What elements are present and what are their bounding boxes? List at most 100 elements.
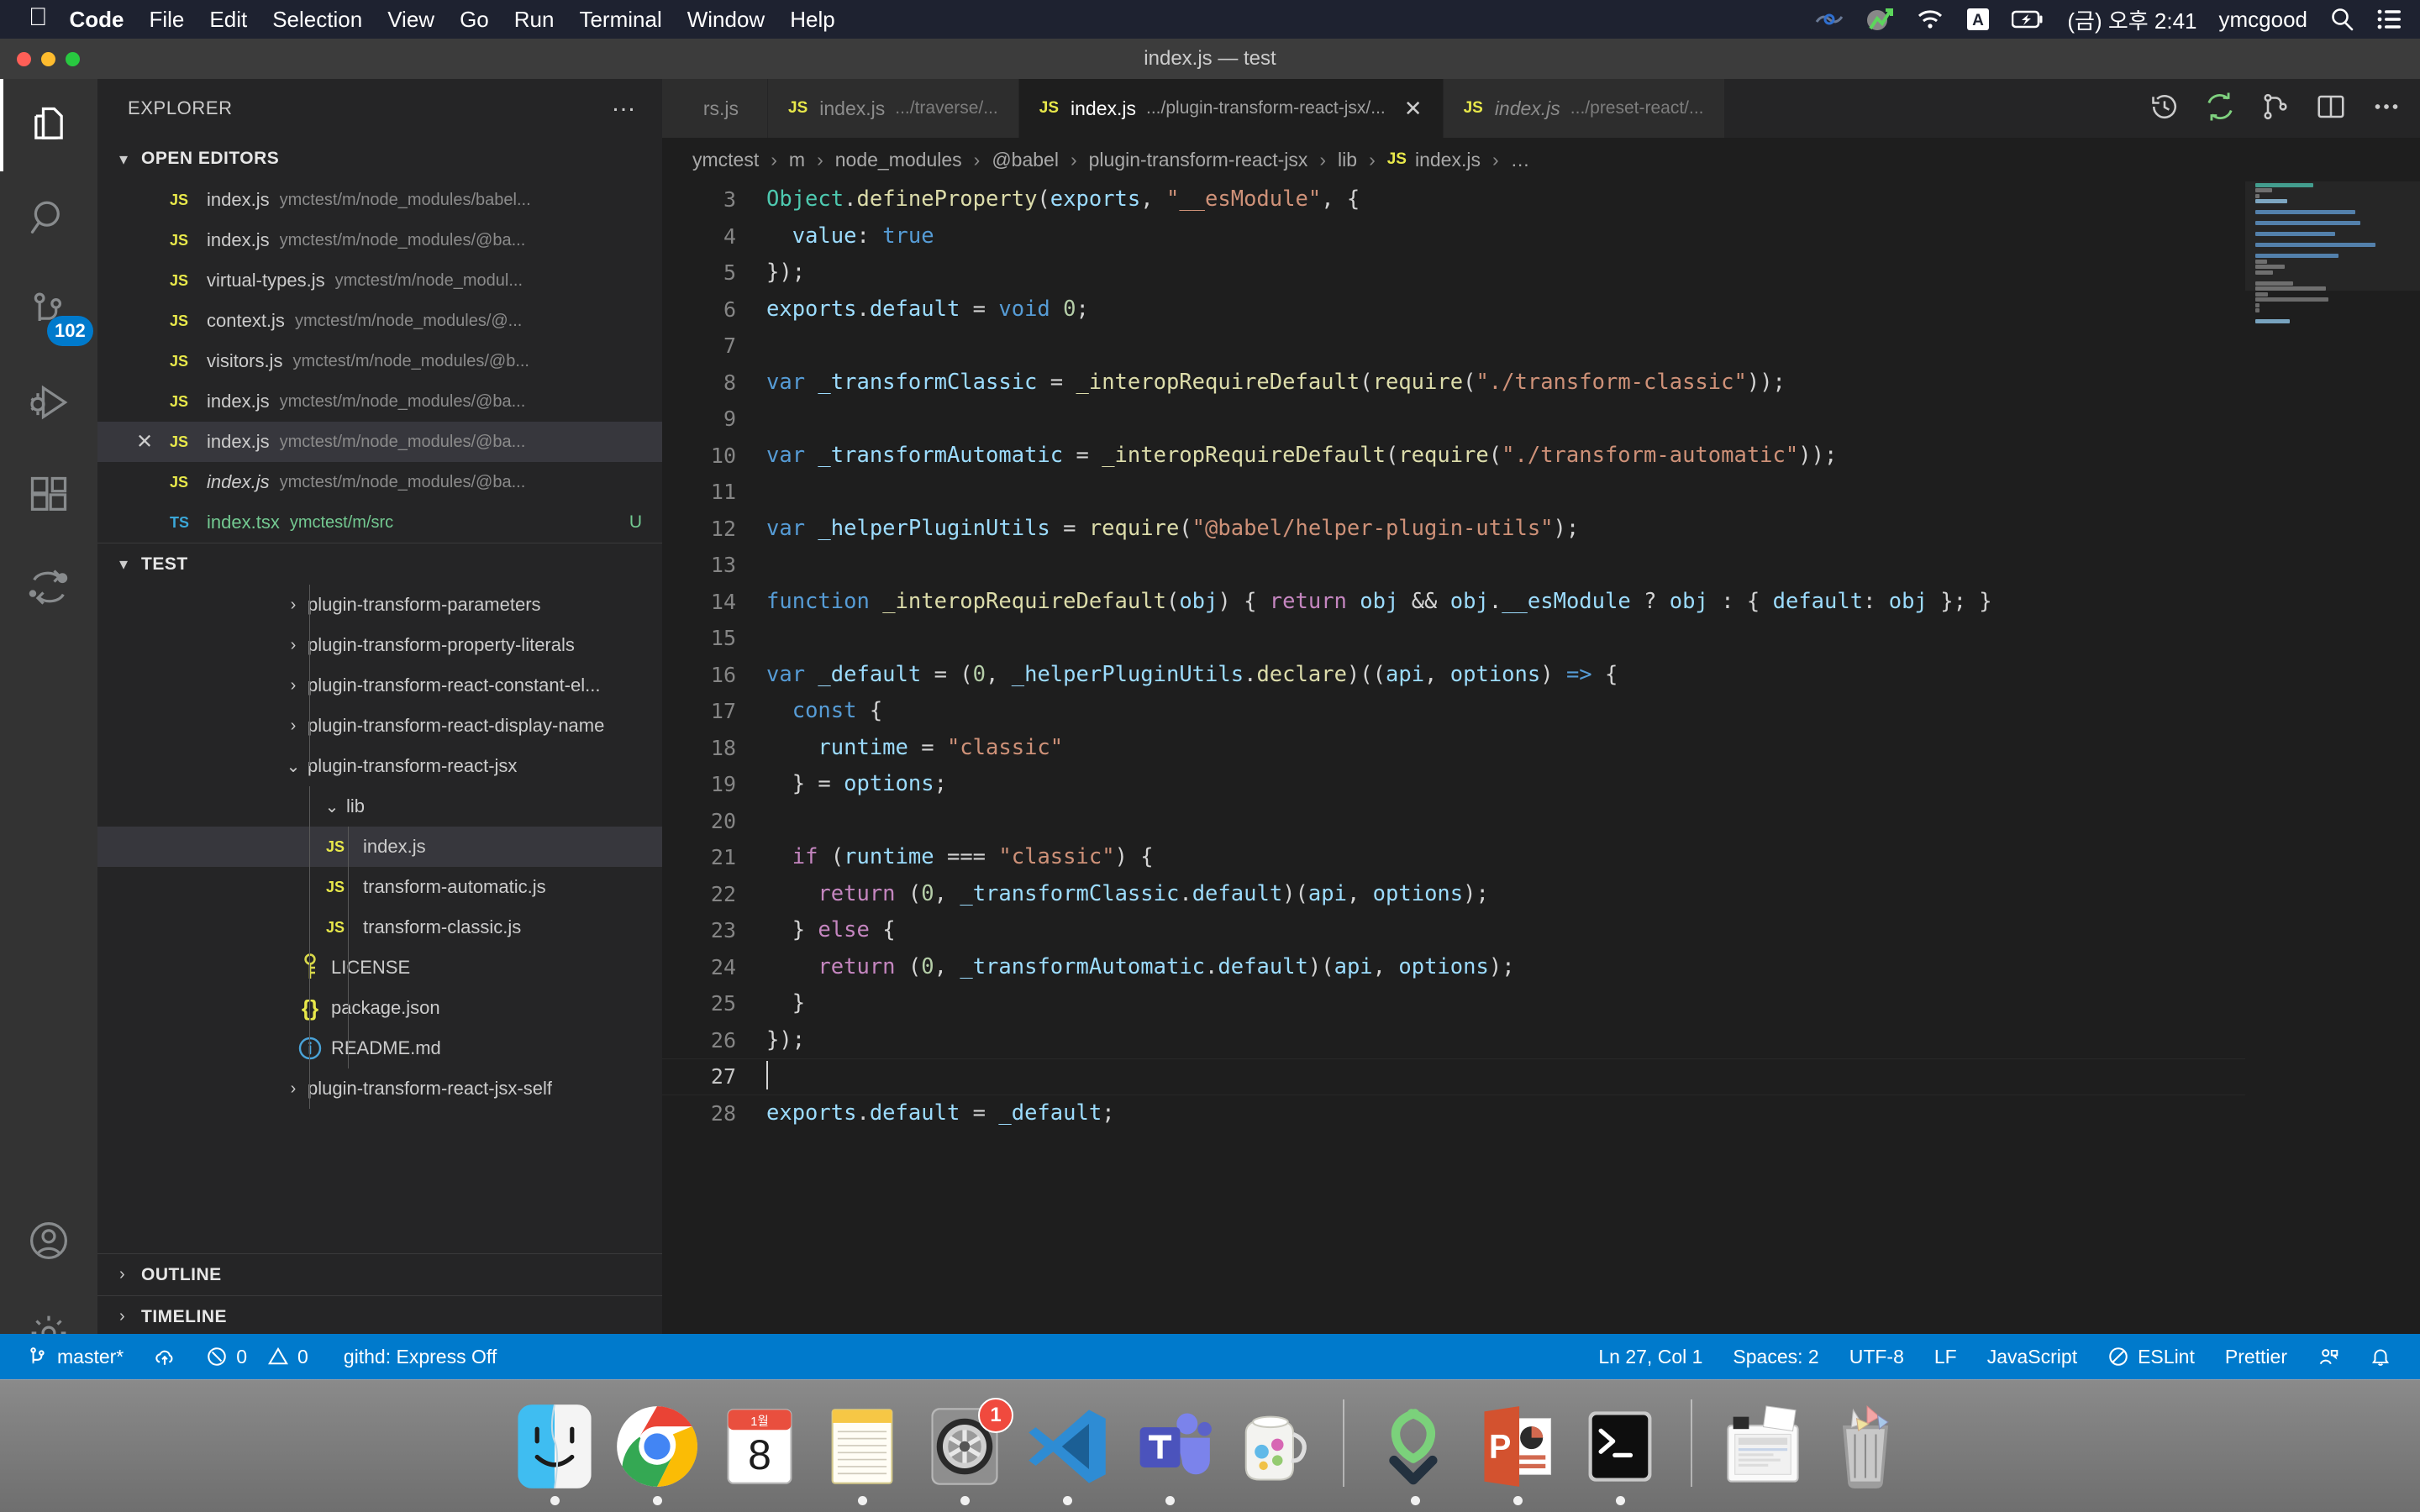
outline-section-header[interactable]: › OUTLINE — [97, 1253, 662, 1295]
dock-item-trash[interactable] — [1820, 1396, 1911, 1505]
dock-item-terminal[interactable] — [1575, 1396, 1665, 1505]
status-language-mode[interactable]: JavaScript — [1972, 1334, 2092, 1379]
code-line[interactable]: 11 — [662, 474, 2420, 511]
menu-file[interactable]: File — [150, 7, 185, 33]
search-icon[interactable] — [2329, 7, 2354, 32]
close-icon[interactable]: ✕ — [1404, 96, 1423, 122]
status-encoding[interactable]: UTF-8 — [1834, 1334, 1919, 1379]
code-line[interactable]: 19 } = options; — [662, 766, 2420, 803]
input-source-icon[interactable]: A — [1966, 8, 1990, 31]
tree-row[interactable]: › plugin-transform-react-constant-el... — [97, 665, 662, 706]
sidebar-item-diff-tool[interactable] — [0, 541, 97, 633]
chevron-down-icon[interactable]: ⌄ — [279, 756, 308, 777]
menu-code[interactable]: Code — [70, 7, 124, 33]
dock-item-google-chrome[interactable] — [612, 1396, 702, 1505]
breadcrumb-item[interactable]: ymctest — [692, 149, 759, 171]
breadcrumb-item[interactable]: @babel — [992, 149, 1059, 171]
split-editor-icon[interactable] — [2316, 92, 2346, 126]
menu-terminal[interactable]: Terminal — [579, 7, 661, 33]
bluetooth-ish-icon[interactable] — [1815, 8, 1844, 30]
tree-row[interactable]: ⌄ lib — [97, 786, 662, 827]
accounts-button[interactable] — [0, 1194, 97, 1287]
chevron-down-icon[interactable]: ⌄ — [318, 796, 346, 817]
more-actions-icon[interactable]: … — [611, 89, 639, 118]
code-line[interactable]: 28 exports.default = _default; — [662, 1095, 2420, 1132]
list-item[interactable]: JS index.js ymctest/m/node_modules/@ba..… — [97, 381, 662, 422]
tree-row[interactable]: JS transform-automatic.js — [97, 867, 662, 907]
tree-row[interactable]: JS transform-classic.js — [97, 907, 662, 948]
dock-item-pitcher-app[interactable] — [1227, 1396, 1318, 1505]
minimize-window-button[interactable] — [41, 52, 55, 66]
menu-help[interactable]: Help — [790, 7, 834, 33]
code-line[interactable]: 18 runtime = "classic" — [662, 730, 2420, 767]
menu-window[interactable]: Window — [687, 7, 765, 33]
dock-item-calendar[interactable]: 1월 8 — [714, 1396, 805, 1505]
close-icon[interactable]: ✕ — [136, 430, 153, 454]
code-line[interactable]: 16 var _default = (0, _helperPluginUtils.… — [662, 657, 2420, 694]
menu-selection[interactable]: Selection — [272, 7, 362, 33]
chevron-right-icon[interactable]: › — [279, 1079, 308, 1099]
chevron-right-icon[interactable]: › — [279, 676, 308, 696]
code-line[interactable]: 23 } else { — [662, 912, 2420, 949]
status-cursor-position[interactable]: Ln 27, Col 1 — [1583, 1334, 1718, 1379]
list-item[interactable]: JS context.js ymctest/m/node_modules/@..… — [97, 301, 662, 341]
sidebar-item-run-and-debug[interactable] — [0, 356, 97, 449]
code-line[interactable]: 9 — [662, 401, 2420, 438]
code-line[interactable]: 27 — [662, 1058, 2420, 1095]
menu-edit[interactable]: Edit — [209, 7, 247, 33]
list-item[interactable]: JS visitors.js ymctest/m/node_modules/@b… — [97, 341, 662, 381]
code-line[interactable]: 7 — [662, 328, 2420, 365]
code-line[interactable]: 24 return (0, _transformAutomatic.defaul… — [662, 949, 2420, 986]
list-item[interactable]: JS virtual-types.js ymctest/m/node_modul… — [97, 260, 662, 301]
open-editors-section-header[interactable]: ▾ OPEN EDITORS — [97, 138, 662, 180]
status-prettier[interactable]: Prettier — [2210, 1334, 2302, 1379]
code-line[interactable]: 5}); — [662, 255, 2420, 291]
breadcrumb-item[interactable]: plugin-transform-react-jsx — [1089, 149, 1308, 171]
dock-item-downloads-stack[interactable] — [1718, 1396, 1808, 1505]
tree-row-selected[interactable]: JS index.js — [97, 827, 662, 867]
dock-item-sourcetree[interactable] — [1370, 1396, 1460, 1505]
breadcrumb-file[interactable]: index.js — [1415, 149, 1481, 171]
dock-item-visual-studio-code[interactable] — [1022, 1396, 1113, 1505]
code-lines[interactable]: 3 Object.defineProperty(exports, "__esMod… — [662, 181, 2420, 1379]
tree-row[interactable]: {} package.json — [97, 988, 662, 1028]
tree-row[interactable]: › plugin-transform-property-literals — [97, 625, 662, 665]
code-line[interactable]: 22 return (0, _transformClassic.default)… — [662, 876, 2420, 913]
status-problems[interactable]: 0 0 — [191, 1334, 324, 1379]
wifi-icon[interactable] — [1916, 8, 1944, 30]
code-line[interactable]: 17 const { — [662, 693, 2420, 730]
status-live-share[interactable] — [2302, 1334, 2354, 1379]
list-item[interactable]: JS index.js ymctest/m/node_modules/babel… — [97, 180, 662, 220]
menu-view[interactable]: View — [387, 7, 434, 33]
dock-item-microsoft-teams[interactable] — [1124, 1396, 1215, 1505]
history-icon[interactable] — [2149, 92, 2180, 126]
status-notifications[interactable] — [2354, 1334, 2407, 1379]
code-line[interactable]: 21 if (runtime === "classic") { — [662, 839, 2420, 876]
close-window-button[interactable] — [17, 52, 31, 66]
dock-item-finder[interactable] — [509, 1396, 600, 1505]
tree-row[interactable]: › plugin-transform-react-jsx-self — [97, 1068, 662, 1109]
list-item[interactable]: JS index.js ymctest/m/node_modules/@ba..… — [97, 220, 662, 260]
menubar-user[interactable]: ymcgood — [2219, 7, 2308, 33]
status-sync[interactable] — [139, 1334, 191, 1379]
code-line[interactable]: 10 var _transformAutomatic = _interopRequ… — [662, 438, 2420, 475]
menu-run[interactable]: Run — [514, 7, 555, 33]
code-line[interactable]: 20 — [662, 803, 2420, 840]
code-line[interactable]: 25 } — [662, 985, 2420, 1022]
breadcrumb-item[interactable]: m — [789, 149, 805, 171]
dock-item-notes[interactable] — [817, 1396, 908, 1505]
tab-index-js-preset-react[interactable]: JS index.js .../preset-react/... — [1443, 79, 1725, 138]
status-branch[interactable]: master* — [12, 1334, 139, 1379]
tab-index-js-traverse[interactable]: JS index.js .../traverse/... — [768, 79, 1019, 138]
code-line[interactable]: 15 — [662, 620, 2420, 657]
code-line[interactable]: 13 — [662, 547, 2420, 584]
sidebar-item-source-control[interactable]: 102 — [0, 264, 97, 356]
code-line[interactable]: 26}); — [662, 1022, 2420, 1059]
dock-item-system-preferences[interactable]: 1 — [919, 1396, 1013, 1505]
timeline-section-header[interactable]: › TIMELINE — [97, 1295, 662, 1337]
code-line[interactable]: 4 value: true — [662, 218, 2420, 255]
list-item[interactable]: JS index.js ymctest/m/node_modules/@ba..… — [97, 462, 662, 502]
code-line[interactable]: 6 exports.default = void 0; — [662, 291, 2420, 328]
code-line[interactable]: 14 function _interopRequireDefault(obj) {… — [662, 584, 2420, 621]
tree-row[interactable]: ⌄ plugin-transform-react-jsx — [97, 746, 662, 786]
